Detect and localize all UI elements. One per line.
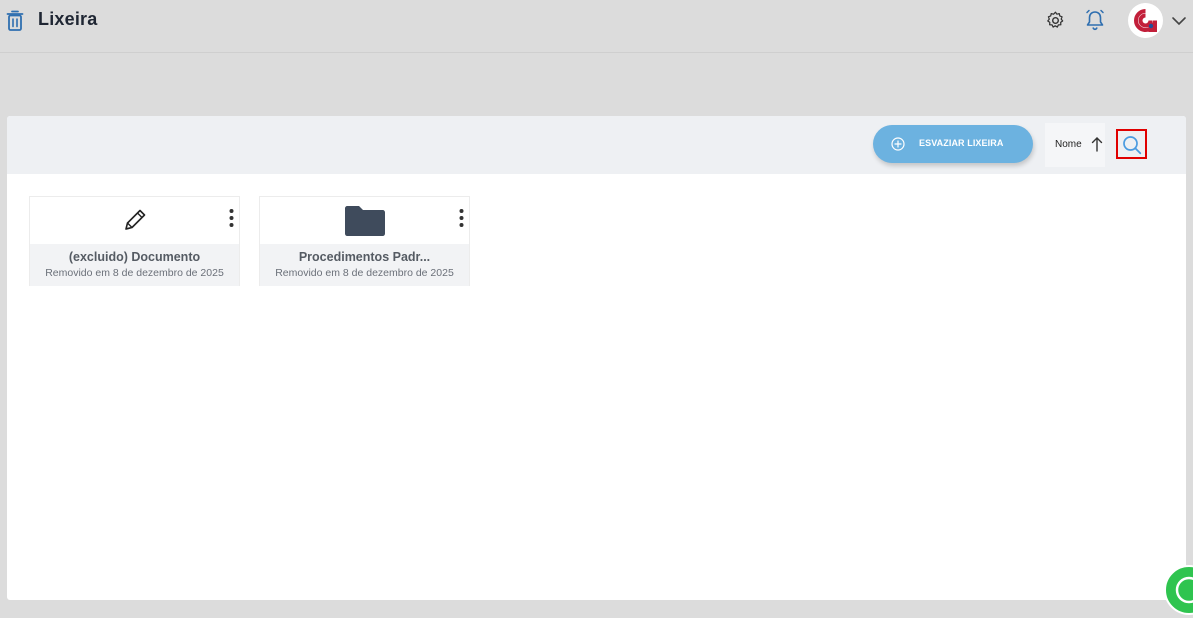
- card-footer: (excluido) Documento Removido em 8 de de…: [30, 244, 239, 286]
- more-options-icon[interactable]: [459, 208, 464, 228]
- item-name: Procedimentos Padr...: [298, 250, 431, 264]
- card-thumbnail: [30, 197, 239, 244]
- top-bar: Lixeira: [0, 0, 1193, 53]
- whatsapp-icon[interactable]: [1164, 565, 1193, 615]
- sort-control[interactable]: Nome: [1045, 123, 1105, 167]
- card-thumbnail: [260, 197, 469, 244]
- plus-circle-icon: [891, 137, 905, 151]
- sort-label: Nome: [1055, 139, 1082, 150]
- folder-icon: [344, 205, 386, 237]
- card-footer: Procedimentos Padr... Removido em 8 de d…: [260, 244, 469, 286]
- empty-trash-label: ESVAZIAR LIXEIRA: [919, 138, 1004, 148]
- empty-trash-button[interactable]: ESVAZIAR LIXEIRA: [873, 125, 1033, 163]
- gear-icon[interactable]: [1045, 10, 1066, 31]
- pencil-icon: [122, 207, 148, 233]
- search-button[interactable]: [1116, 129, 1147, 159]
- trash-item-card[interactable]: Procedimentos Padr... Removido em 8 de d…: [259, 196, 470, 286]
- trash-panel: ESVAZIAR LIXEIRA Nome (excluido) Documen…: [7, 116, 1186, 600]
- toolbar: ESVAZIAR LIXEIRA Nome: [7, 116, 1186, 174]
- trash-item-card[interactable]: (excluido) Documento Removido em 8 de de…: [29, 196, 240, 286]
- item-removed-date: Removido em 8 de dezembro de 2025: [275, 267, 454, 279]
- avatar[interactable]: [1128, 3, 1163, 38]
- item-name: (excluido) Documento: [68, 250, 201, 264]
- more-options-icon[interactable]: [229, 208, 234, 228]
- arrow-up-icon[interactable]: [1091, 136, 1103, 152]
- bell-icon[interactable]: [1085, 9, 1105, 31]
- trash-icon: [6, 10, 24, 32]
- item-removed-date: Removido em 8 de dezembro de 2025: [45, 267, 224, 279]
- page-title: Lixeira: [38, 9, 98, 29]
- chevron-down-icon[interactable]: [1171, 14, 1187, 26]
